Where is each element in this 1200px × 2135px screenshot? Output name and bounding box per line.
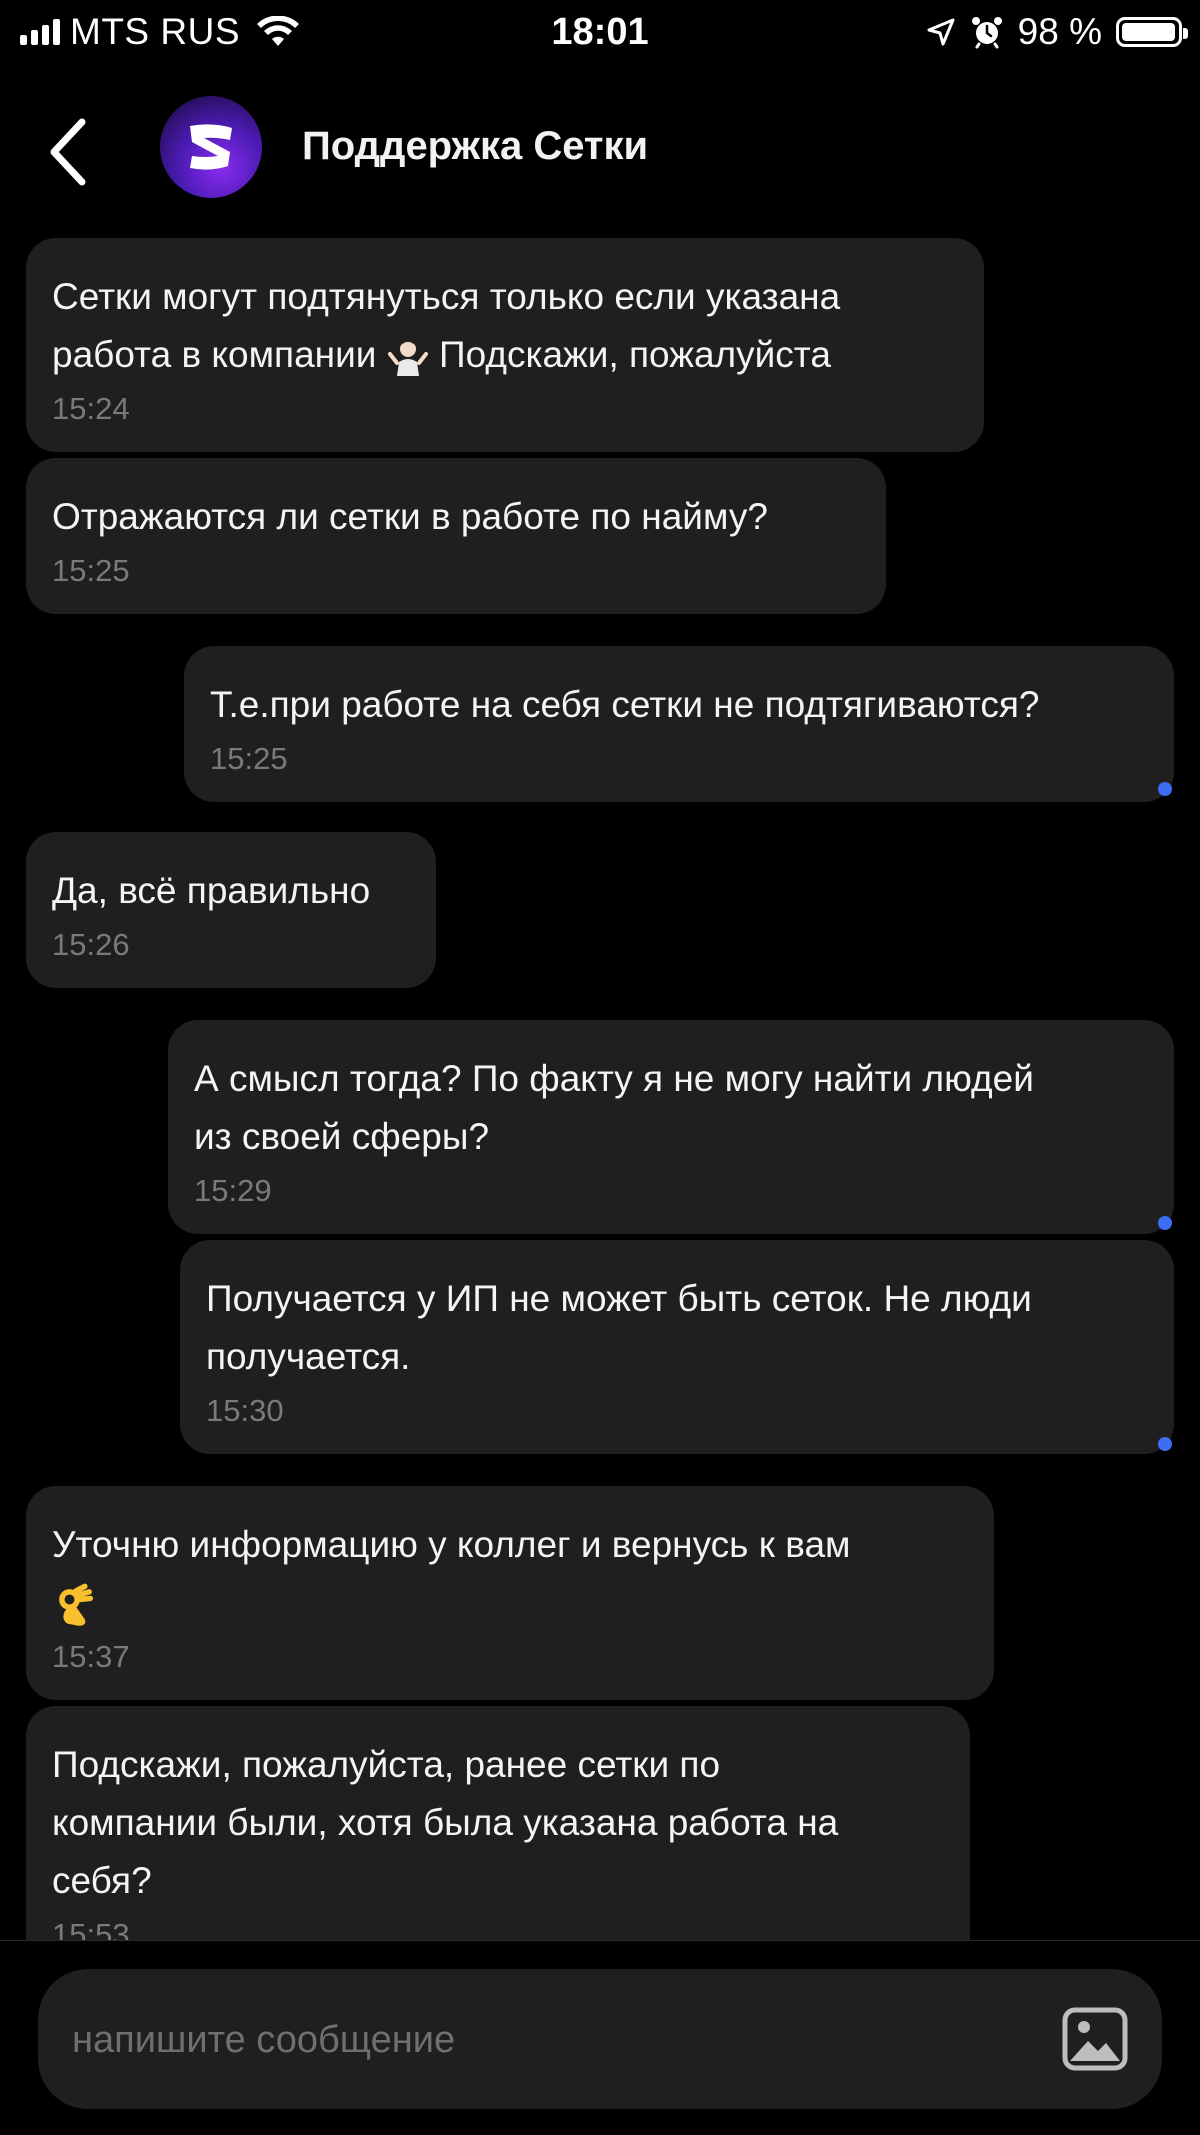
image-icon bbox=[1062, 2007, 1128, 2071]
battery-icon bbox=[1116, 17, 1188, 47]
message-text: Отражаются ли сетки в работе по найму? bbox=[52, 496, 768, 537]
message-time: 15:29 bbox=[194, 1173, 272, 1208]
message-outgoing[interactable]: Т.е.при работе на себя сетки не подтягив… bbox=[184, 646, 1174, 802]
alarm-clock-icon bbox=[971, 17, 1002, 49]
status-bar: MTS RUS 18:01 98 % bbox=[0, 0, 1200, 66]
composer-bar bbox=[0, 1940, 1200, 2135]
message-time: 15:37 bbox=[52, 1639, 130, 1674]
message-list[interactable]: Сетки могут подтянуться только если указ… bbox=[0, 234, 1200, 1940]
unread-indicator bbox=[1158, 782, 1172, 796]
message-time: 15:30 bbox=[206, 1393, 284, 1428]
message-text: Подскажи, пожалуйста, ранее сетки по ком… bbox=[52, 1744, 839, 1901]
status-right: 98 % bbox=[926, 10, 1188, 54]
message-incoming[interactable]: Подскажи, пожалуйста, ранее сетки по ком… bbox=[26, 1706, 970, 1940]
message-incoming[interactable]: Да, всё правильно 15:26 bbox=[26, 832, 436, 988]
avatar[interactable] bbox=[160, 96, 262, 198]
unread-indicator bbox=[1158, 1437, 1172, 1451]
battery-percent: 98 % bbox=[1017, 11, 1102, 52]
message-text: Получается у ИП не может быть сеток. Не … bbox=[206, 1278, 1032, 1377]
person-shrugging-emoji-icon bbox=[387, 340, 428, 377]
message-time: 15:53 bbox=[52, 1917, 130, 1940]
message-outgoing[interactable]: Получается у ИП не может быть сеток. Не … bbox=[180, 1240, 1174, 1454]
message-text: Да, всё правильно bbox=[52, 870, 371, 911]
message-time: 15:25 bbox=[52, 553, 130, 588]
message-time: 15:26 bbox=[52, 927, 130, 962]
message-outgoing[interactable]: А смысл тогда? По факту я не могу найти … bbox=[168, 1020, 1174, 1234]
message-text: А смысл тогда? По факту я не могу найти … bbox=[194, 1058, 1034, 1157]
message-incoming[interactable]: Отражаются ли сетки в работе по найму? 1… bbox=[26, 458, 886, 614]
chat-title[interactable]: Поддержка Сетки bbox=[302, 124, 648, 169]
message-text: Т.е.при работе на себя сетки не подтягив… bbox=[210, 684, 1040, 725]
battery-fill bbox=[1122, 23, 1175, 41]
ok-hand-emoji-icon bbox=[59, 1583, 94, 1627]
message-time: 15:25 bbox=[210, 741, 288, 776]
message-input[interactable] bbox=[70, 1969, 1034, 2111]
message-time: 15:24 bbox=[52, 391, 130, 426]
attach-image-button[interactable] bbox=[1062, 2007, 1128, 2071]
location-arrow-icon bbox=[927, 18, 955, 46]
unread-indicator bbox=[1158, 1216, 1172, 1230]
setka-logo-icon bbox=[190, 124, 232, 170]
message-text: Сетки могут подтянуться только если указ… bbox=[52, 268, 958, 384]
message-incoming[interactable]: Уточню информацию у коллег и вернусь к в… bbox=[26, 1486, 994, 1700]
message-text: Уточню информацию у коллег и вернусь к в… bbox=[52, 1516, 968, 1632]
chevron-left-icon bbox=[50, 118, 86, 186]
chat-header: Поддержка Сетки bbox=[0, 66, 1200, 234]
message-incoming[interactable]: Сетки могут подтянуться только если указ… bbox=[26, 238, 984, 452]
back-button[interactable] bbox=[40, 112, 100, 192]
message-composer bbox=[38, 1969, 1162, 2111]
